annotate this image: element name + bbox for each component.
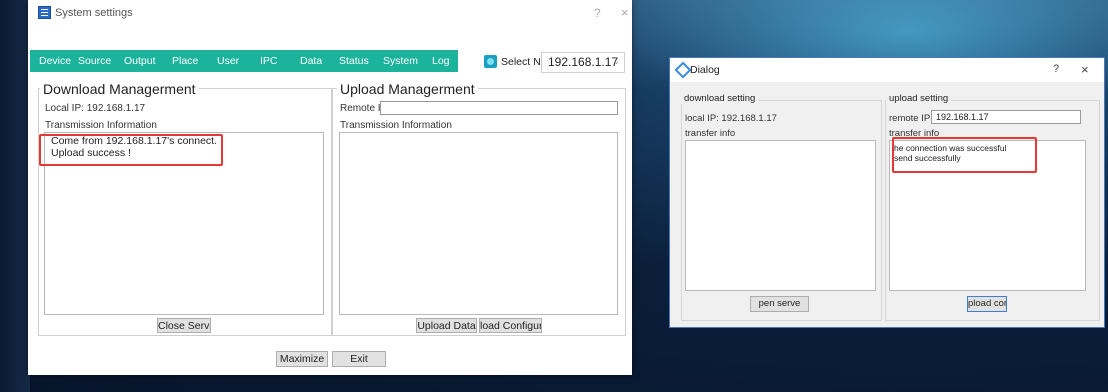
upload-transmission-log[interactable] (339, 132, 618, 315)
close-server-button[interactable]: Close Server (157, 318, 211, 333)
nav-system[interactable]: System (383, 55, 418, 67)
dialog-help-button[interactable]: ? (1053, 63, 1059, 75)
close-button[interactable]: × (621, 5, 629, 20)
download-management-title: Download Managerment (40, 81, 199, 97)
nav-status[interactable]: Status (339, 55, 369, 67)
upload-transmission-info-label: Transmission Information (340, 120, 452, 131)
dialog-title-bar: Dialog ? × (670, 58, 1104, 82)
maximize-button[interactable]: Maximize (276, 351, 328, 367)
chevron-down-icon: ⌄ (612, 56, 620, 66)
nic-select[interactable]: 192.168.1.17 ⌄ (541, 52, 625, 73)
exit-button[interactable]: Exit (332, 351, 386, 367)
nav-source[interactable]: Source (78, 55, 111, 67)
upload-data-button[interactable]: Upload Data (416, 318, 477, 333)
help-button[interactable]: ? (594, 6, 601, 20)
nav-output[interactable]: Output (124, 55, 156, 67)
dialog-download-transfer-log[interactable] (685, 140, 876, 291)
dialog-close-button[interactable]: × (1081, 62, 1089, 77)
remote-ip-input[interactable] (380, 101, 618, 115)
settings-window-title: System settings (55, 7, 133, 19)
upload-setting-title: upload setting (886, 93, 952, 104)
network-card-icon (484, 55, 497, 68)
dialog-local-ip-label: local IP: 192.168.1.17 (685, 113, 777, 124)
local-ip-label: Local IP: 192.168.1.17 (45, 103, 146, 114)
settings-app-icon (38, 6, 51, 19)
system-settings-window: System settings ? × Device Source Output… (28, 0, 632, 375)
settings-nav-bar: Device Source Output Place User IPC Data… (30, 50, 458, 72)
dialog-title: Dialog (690, 64, 720, 76)
dialog-remote-ip-label: remote IP: (889, 113, 933, 124)
highlight-box (39, 134, 223, 166)
nav-ipc[interactable]: IPC (260, 55, 278, 67)
nic-select-value: 192.168.1.17 (548, 55, 619, 69)
upload-management-title: Upload Managerment (337, 81, 478, 97)
transmission-info-label: Transmission Information (45, 120, 157, 131)
dialog-window: Dialog ? × download setting local IP: 19… (669, 57, 1105, 328)
nav-log[interactable]: Log (432, 55, 450, 67)
nav-data[interactable]: Data (300, 55, 322, 67)
open-server-button[interactable]: pen serve (750, 296, 809, 312)
desktop-background-left (0, 0, 30, 392)
nav-device[interactable]: Device (39, 55, 71, 67)
nav-user[interactable]: User (217, 55, 239, 67)
nav-place[interactable]: Place (172, 55, 198, 67)
upload-config-button[interactable]: pload conf (967, 296, 1007, 312)
dialog-transfer-info-label: transfer info (685, 128, 736, 139)
dialog-diamond-icon (674, 61, 692, 79)
load-configuration-button[interactable]: load Configurati (479, 318, 542, 333)
dialog-remote-ip-input[interactable]: 192.168.1.17 (931, 110, 1081, 124)
dialog-highlight-box (892, 137, 1037, 173)
settings-title-bar: System settings ? × (28, 0, 632, 28)
download-setting-title: download setting (681, 93, 759, 104)
